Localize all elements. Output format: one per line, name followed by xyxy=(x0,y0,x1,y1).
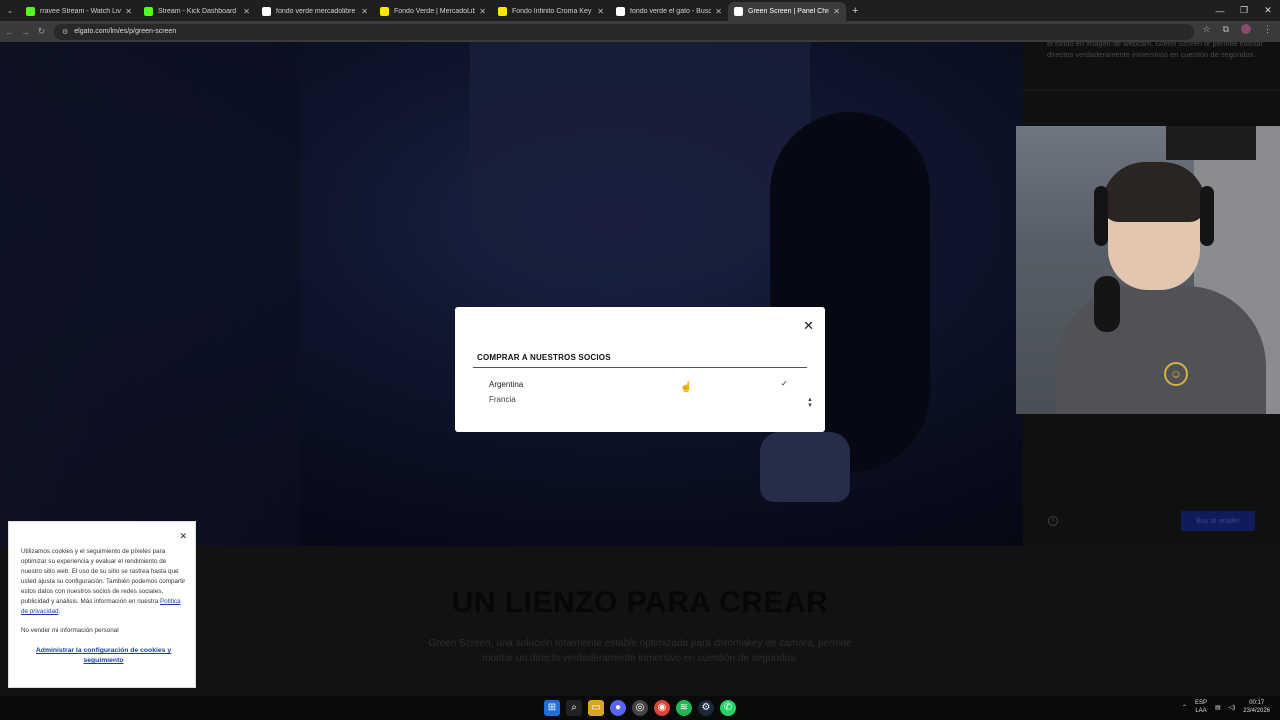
close-tab-icon[interactable]: ✕ xyxy=(479,7,486,16)
chrome-icon[interactable]: ◉ xyxy=(654,700,670,716)
windows-start-icon[interactable]: ⊞ xyxy=(544,700,560,716)
date: 23/4/2026 xyxy=(1243,708,1270,714)
tab-title: fondo verde el gato - Buscar c xyxy=(630,8,712,15)
cam-person-body xyxy=(1056,286,1266,414)
close-tab-icon[interactable]: ✕ xyxy=(833,7,840,16)
mercadolibre-icon xyxy=(380,7,389,16)
tray-chevron-icon[interactable]: ⌃ xyxy=(1182,704,1187,711)
system-tray: ⌃ ESP LAA ▤ ◁) 00:17 23/4/2026 xyxy=(1182,699,1270,715)
steam-icon[interactable]: ⚙ xyxy=(698,700,714,716)
keyboard-layout: LAA xyxy=(1195,708,1207,714)
spotify-icon[interactable]: ≋ xyxy=(676,700,692,716)
country-option-selected[interactable]: Argentina xyxy=(489,380,523,389)
volume-icon[interactable]: ◁) xyxy=(1229,704,1236,711)
manage-cookies-link[interactable]: Administrar la configuración de cookies … xyxy=(21,646,186,666)
headphones-icon xyxy=(1200,186,1214,246)
tab-title: rravee Stream - Watch Live on xyxy=(40,8,122,15)
retailer-modal: ✕ COMPRAR A NUESTROS SOCIOS Argentina ✓ … xyxy=(455,307,825,432)
network-icon[interactable]: ▤ xyxy=(1215,704,1221,711)
divider xyxy=(473,367,807,368)
tab-title: Fondo Verde | MercadoLibre xyxy=(394,8,476,15)
cookie-text: Utilizamos cookies y el seguimiento de p… xyxy=(21,548,186,615)
url-text: elgato.com/lm/es/p/green-screen xyxy=(74,28,177,35)
do-not-sell-link[interactable]: No vender mi información personal xyxy=(21,627,119,634)
close-tab-icon[interactable]: ✕ xyxy=(715,7,722,16)
taskbar-apps: ⊞ ⌕ ▭ ● ◎ ◉ ≋ ⚙ ✆ xyxy=(544,700,736,716)
menu-dots-icon[interactable]: ⋮ xyxy=(1263,24,1272,35)
new-tab-button[interactable]: + xyxy=(852,5,858,17)
browser-tab[interactable]: Fondo Infinito Croma Key Tela ✕ xyxy=(492,2,610,21)
cam-tv xyxy=(1166,126,1256,160)
toolbar-right: ☆ ⧉ ⋮ xyxy=(1202,24,1272,35)
tab-title: Green Screen | Panel Chromakey xyxy=(748,8,829,15)
headphones-icon xyxy=(1094,186,1108,246)
kick-icon xyxy=(26,7,35,16)
cam-person-hair xyxy=(1102,162,1206,222)
kick-icon xyxy=(144,7,153,16)
browser-tab[interactable]: rravee Stream - Watch Live on✕ xyxy=(20,2,138,21)
tab-title: fondo verde mercadolibre - Bu xyxy=(276,8,357,15)
url-bar[interactable]: ⚙ elgato.com/lm/es/p/green-screen xyxy=(54,23,1194,40)
back-icon[interactable]: ← xyxy=(3,27,16,37)
extensions-icon[interactable]: ⧉ xyxy=(1223,24,1229,35)
elgato-icon xyxy=(734,7,743,16)
close-window-icon[interactable]: ✕ xyxy=(1256,5,1280,16)
time: 00:17 xyxy=(1249,700,1265,706)
tab-title: Stream - Kick Dashboard xyxy=(158,8,237,15)
browser-tab[interactable]: Fondo Verde | MercadoLibre ✕ xyxy=(374,2,492,21)
google-icon xyxy=(616,7,625,16)
cookie-body: Utilizamos cookies y el seguimiento de p… xyxy=(21,548,186,605)
file-explorer-icon[interactable]: ▭ xyxy=(588,700,604,716)
close-icon[interactable]: ✕ xyxy=(179,531,187,542)
browser-tab[interactable]: fondo verde mercadolibre - Bu ✕ xyxy=(256,2,374,21)
webcam-overlay: ☺ xyxy=(1016,126,1280,414)
window-controls: — ❐ ✕ xyxy=(1208,0,1280,21)
close-tab-icon[interactable]: ✕ xyxy=(243,7,250,16)
forward-icon[interactable]: → xyxy=(19,27,32,37)
clock[interactable]: 00:17 23/4/2026 xyxy=(1243,699,1270,715)
check-icon: ✓ xyxy=(781,379,788,388)
tab-strip: rravee Stream - Watch Live on✕Stream - K… xyxy=(20,0,846,21)
country-option[interactable]: Francia xyxy=(489,395,516,404)
modal-title: COMPRAR A NUESTROS SOCIOS xyxy=(477,353,611,362)
browser-tab[interactable]: fondo verde el gato - Buscar c✕ xyxy=(610,2,728,21)
cookie-banner: ✕ Utilizamos cookies y el seguimiento de… xyxy=(8,521,196,688)
microphone-icon xyxy=(1094,276,1120,332)
discord-icon[interactable]: ● xyxy=(610,700,626,716)
lang-code: ESP xyxy=(1194,700,1207,706)
minimize-icon[interactable]: — xyxy=(1208,6,1232,16)
site-info-icon[interactable]: ⚙ xyxy=(62,28,68,36)
browser-tab[interactable]: Green Screen | Panel Chromakey ✕ xyxy=(728,2,846,21)
close-tab-icon[interactable]: ✕ xyxy=(597,7,604,16)
tab-search-icon[interactable]: ⌄ xyxy=(0,0,20,21)
profile-avatar[interactable] xyxy=(1241,24,1251,34)
close-tab-icon[interactable]: ✕ xyxy=(125,7,132,16)
bookmark-star-icon[interactable]: ☆ xyxy=(1202,24,1210,35)
close-tab-icon[interactable]: ✕ xyxy=(361,7,368,16)
language-indicator[interactable]: ESP LAA xyxy=(1195,699,1207,715)
close-icon[interactable]: ✕ xyxy=(803,318,814,334)
browser-tab-bar: ⌄ rravee Stream - Watch Live on✕Stream -… xyxy=(0,0,1280,21)
search-icon[interactable]: ⌕ xyxy=(566,700,582,716)
smiley-icon: ☺ xyxy=(1164,362,1188,386)
address-toolbar: ← → ↻ ⚙ elgato.com/lm/es/p/green-screen … xyxy=(0,21,1280,42)
browser-tab[interactable]: Stream - Kick Dashboard ✕ xyxy=(138,2,256,21)
hand-cursor-icon: ☝ xyxy=(680,382,693,393)
reload-icon[interactable]: ↻ xyxy=(35,26,48,37)
mercadolibre-icon xyxy=(498,7,507,16)
select-arrows-icon[interactable]: ▲ ▼ xyxy=(807,397,813,409)
google-icon xyxy=(262,7,271,16)
tab-title: Fondo Infinito Croma Key Tela xyxy=(512,8,593,15)
windows-taskbar: ⊞ ⌕ ▭ ● ◎ ◉ ≋ ⚙ ✆ ⌃ ESP LAA ▤ ◁) 00:17 23/… xyxy=(0,696,1280,720)
obs-icon[interactable]: ◎ xyxy=(632,700,648,716)
restore-icon[interactable]: ❐ xyxy=(1232,5,1256,16)
whatsapp-icon[interactable]: ✆ xyxy=(720,700,736,716)
